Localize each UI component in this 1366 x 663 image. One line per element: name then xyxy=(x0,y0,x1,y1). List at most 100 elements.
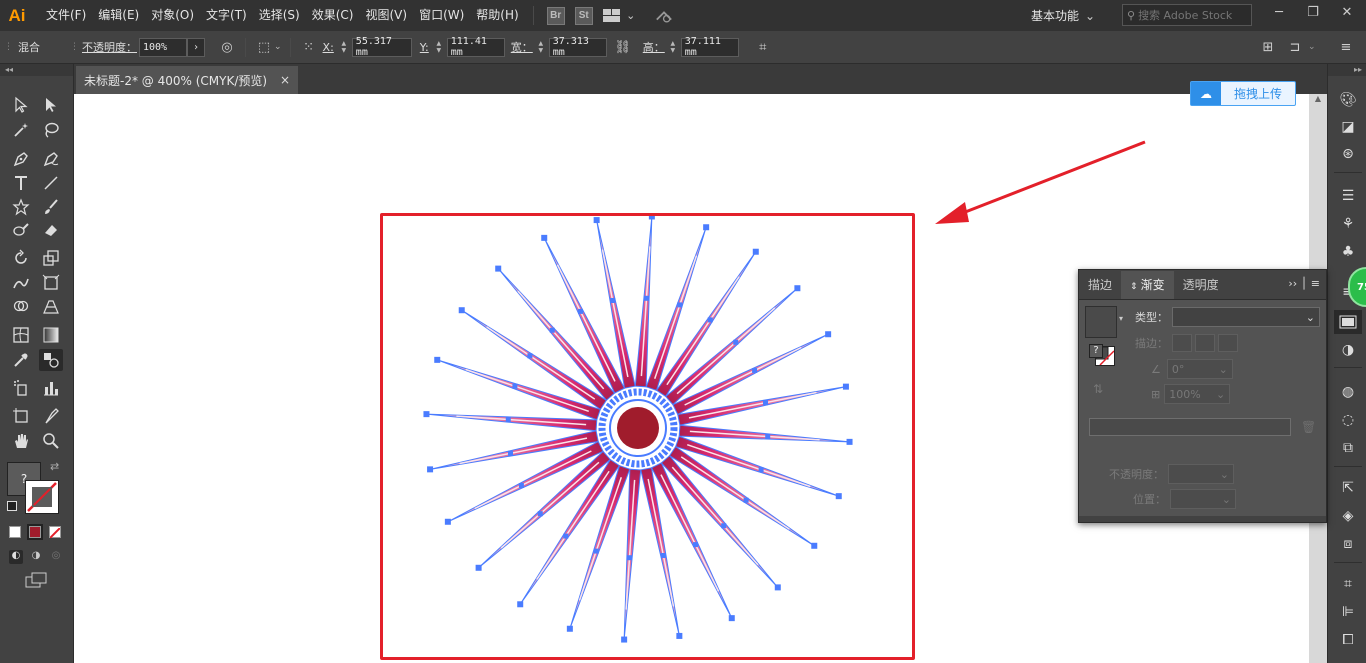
layers-styles-icon[interactable]: ⧉ xyxy=(1338,438,1358,458)
menu-type[interactable]: 文字(T) xyxy=(200,0,253,31)
blend-tool-icon[interactable] xyxy=(39,349,63,371)
gradient-swatch[interactable] xyxy=(1085,306,1117,338)
align-icon[interactable]: ⊞ xyxy=(1258,37,1278,57)
location-select[interactable]: ⌄ xyxy=(1170,489,1236,509)
opacity-field[interactable]: 100% xyxy=(139,37,187,57)
club-icon[interactable]: ♣ xyxy=(1338,242,1358,262)
draw-normal-icon[interactable]: ◐ xyxy=(9,550,23,564)
reference-point-icon[interactable]: ⁙ xyxy=(299,37,319,57)
direct-selection-tool-icon[interactable] xyxy=(39,94,63,116)
color-guide-icon[interactable]: ◪ xyxy=(1338,117,1358,137)
menu-select[interactable]: 选择(S) xyxy=(253,0,306,31)
height-stepper[interactable]: ▲ ▼ xyxy=(667,38,679,57)
tab-stroke[interactable]: 描边 xyxy=(1079,271,1121,299)
chevron-down-icon[interactable]: ⌄ xyxy=(1085,9,1095,23)
slice-tool-icon[interactable] xyxy=(39,405,63,427)
layers-icon[interactable]: ◈ xyxy=(1338,506,1358,526)
rotate-tool-icon[interactable] xyxy=(9,247,33,269)
width-field[interactable]: 37.313 mm xyxy=(548,36,607,58)
y-field[interactable]: 111.41 mm xyxy=(446,36,505,58)
transform-icon[interactable]: ⌗ xyxy=(753,37,773,57)
color-palette-icon[interactable]: 🎨︎ xyxy=(1338,90,1358,110)
panel-options-icon[interactable]: ⊐ xyxy=(1285,37,1305,57)
stroke-along-icon[interactable] xyxy=(1195,334,1215,352)
select-similar-icon[interactable]: ⬚ xyxy=(254,37,274,57)
restore-button[interactable]: ❐ xyxy=(1296,0,1330,24)
stroke-across-icon[interactable] xyxy=(1218,334,1238,352)
y-stepper[interactable]: ▲ ▼ xyxy=(433,38,445,57)
lasso-tool-icon[interactable] xyxy=(39,119,63,141)
trash-icon[interactable]: 🗑︎ xyxy=(1301,420,1316,434)
chevron-down-icon[interactable]: ⌄ xyxy=(274,42,282,52)
recolor-artwork-icon[interactable]: ◎ xyxy=(217,37,237,57)
line-tool-icon[interactable] xyxy=(39,172,63,194)
close-button[interactable]: ✕ xyxy=(1330,0,1364,24)
gradient-slider[interactable] xyxy=(1089,418,1291,436)
stroke-within-icon[interactable] xyxy=(1172,334,1192,352)
stroke-swatch[interactable] xyxy=(25,480,59,514)
collapse-icon[interactable]: ▸▸ xyxy=(1328,64,1366,76)
chevron-down-icon[interactable]: ⌄ xyxy=(1308,42,1316,52)
angle-select[interactable]: 0° ⌄ xyxy=(1166,359,1233,379)
scroll-up-icon[interactable]: ▲ xyxy=(1309,94,1327,108)
eraser-tool-icon[interactable] xyxy=(39,219,63,241)
menu-view[interactable]: 视图(V) xyxy=(359,0,413,31)
width-stepper[interactable]: ▲ ▼ xyxy=(535,38,547,57)
x-field[interactable]: 55.317 mm xyxy=(351,36,412,58)
link-icon[interactable]: ⛓ xyxy=(613,37,633,57)
opacity-label[interactable]: 不透明度： xyxy=(82,39,137,55)
draw-inside-icon[interactable]: ◎ xyxy=(49,550,63,564)
type-tool-icon[interactable] xyxy=(9,172,33,194)
brushes-icon[interactable]: ☰ xyxy=(1338,186,1358,206)
magic-wand-tool-icon[interactable] xyxy=(9,119,33,141)
transparency-icon[interactable]: ◑ xyxy=(1338,340,1358,360)
tab-gradient[interactable]: ⇕ 渐变 xyxy=(1121,271,1174,299)
collapse-icon[interactable]: ◂◂ xyxy=(0,64,73,76)
type-select[interactable]: ⌄ xyxy=(1172,307,1320,327)
tab-transparency[interactable]: 透明度 xyxy=(1174,271,1228,299)
menu-file[interactable]: 文件(F) xyxy=(40,0,92,31)
panel-resize-grip[interactable] xyxy=(1079,516,1326,522)
reverse-gradient-icon[interactable]: ⇅ xyxy=(1093,382,1103,396)
blob-brush-tool-icon[interactable] xyxy=(9,219,33,241)
column-graph-tool-icon[interactable] xyxy=(39,377,63,399)
symbols-icon[interactable]: ⚘ xyxy=(1338,214,1358,234)
none-mode-button[interactable] xyxy=(49,526,61,539)
menu-edit[interactable]: 编辑(E) xyxy=(92,0,145,31)
gradient-panel-icon[interactable] xyxy=(1334,310,1362,334)
menu-help[interactable]: 帮助(H) xyxy=(470,0,524,31)
appearance-icon[interactable]: ◍ xyxy=(1338,382,1358,402)
selection-tool-icon[interactable] xyxy=(9,94,33,116)
screen-mode-icon[interactable] xyxy=(25,572,47,588)
pathfinder-icon[interactable]: ⧠ xyxy=(1338,630,1358,650)
graphic-styles-icon[interactable]: ◌ xyxy=(1338,410,1358,430)
warp-tool-icon[interactable] xyxy=(9,272,33,294)
ctrl-grip-icon[interactable]: ⋮ xyxy=(4,42,14,52)
pen-tool-icon[interactable] xyxy=(9,148,33,170)
close-icon[interactable]: × xyxy=(280,73,290,87)
symbol-sprayer-tool-icon[interactable] xyxy=(9,377,33,399)
stop-opacity-select[interactable]: ⌄ xyxy=(1168,464,1234,484)
curvature-tool-icon[interactable] xyxy=(39,148,63,170)
eyedropper-tool-icon[interactable] xyxy=(9,349,33,371)
bridge-icon[interactable]: Br xyxy=(546,6,565,25)
free-transform-tool-icon[interactable] xyxy=(39,272,63,294)
search-input[interactable] xyxy=(1138,8,1239,22)
default-colors-icon[interactable] xyxy=(7,501,17,511)
swap-fill-stroke-icon[interactable]: ⇄ xyxy=(50,460,59,473)
x-stepper[interactable]: ▲ ▼ xyxy=(338,38,350,57)
minimize-button[interactable]: ─ xyxy=(1262,0,1296,24)
drag-upload-button[interactable]: ☁ 拖拽上传 xyxy=(1190,81,1296,106)
ctrl-grip-icon[interactable]: ⋮ xyxy=(70,42,80,52)
export-icon[interactable]: ⇱ xyxy=(1338,478,1358,498)
recolor-icon[interactable]: ⊛ xyxy=(1338,144,1358,164)
gradient-mode-button[interactable] xyxy=(29,526,41,538)
paintbrush-tool-icon[interactable] xyxy=(39,196,63,218)
panel-menu-icon[interactable]: ›› │ ≡ xyxy=(1288,277,1320,290)
zoom-tool-icon[interactable] xyxy=(39,430,63,452)
document-tab[interactable]: 未标题-2* @ 400% (CMYK/预览) × xyxy=(76,66,298,94)
draw-behind-icon[interactable]: ◑ xyxy=(29,550,43,564)
transform-panel-icon[interactable]: ⌗ xyxy=(1338,574,1358,594)
star-tool-icon[interactable] xyxy=(9,196,33,218)
align-panel-icon[interactable]: ⊫ xyxy=(1338,602,1358,622)
